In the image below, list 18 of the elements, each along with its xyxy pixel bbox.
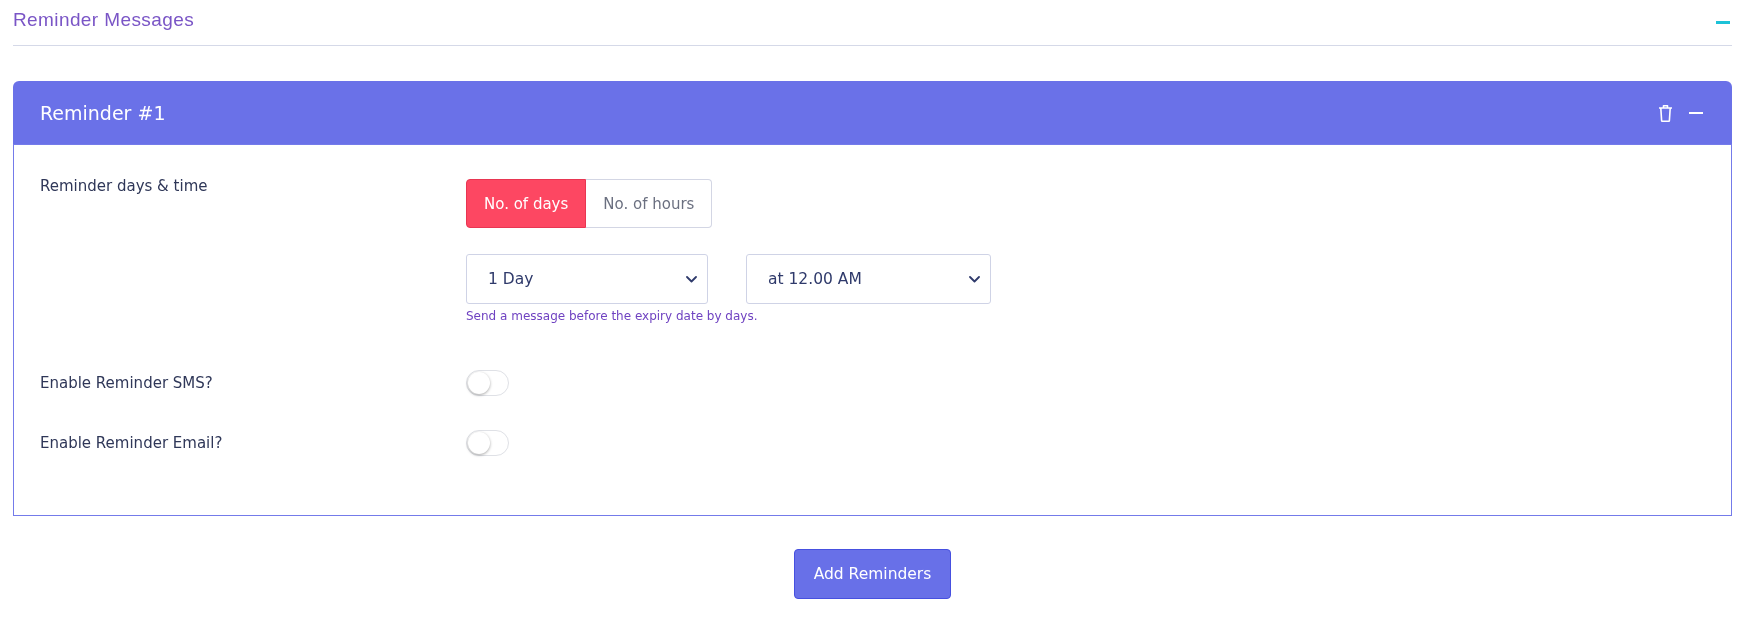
section-title: Reminder Messages <box>13 8 195 32</box>
chevron-down-icon <box>686 275 697 283</box>
mode-tab[interactable]: No. of days <box>466 179 587 228</box>
time-select[interactable]: at 12.00 AM <box>746 254 991 304</box>
field-label: Enable Reminder Email? <box>40 433 224 454</box>
trash-icon[interactable] <box>1658 103 1673 122</box>
collapse-icon[interactable] <box>1689 111 1703 114</box>
chevron-down-icon <box>969 275 980 283</box>
days-select[interactable]: 1 Day <box>466 254 708 304</box>
toggle-switch[interactable] <box>466 430 509 456</box>
help-text: Send a message before the expiry date by days. <box>466 308 759 324</box>
mode-tab[interactable]: No. of hours <box>586 179 713 228</box>
collapse-icon[interactable] <box>1716 20 1730 24</box>
add-reminders-button[interactable]: Add Reminders <box>793 549 952 599</box>
toggle-switch[interactable] <box>466 370 509 396</box>
reminder-title: Reminder #1 <box>40 101 166 124</box>
field-label: Reminder days & time <box>40 176 209 197</box>
field-label: Enable Reminder SMS? <box>40 373 214 394</box>
